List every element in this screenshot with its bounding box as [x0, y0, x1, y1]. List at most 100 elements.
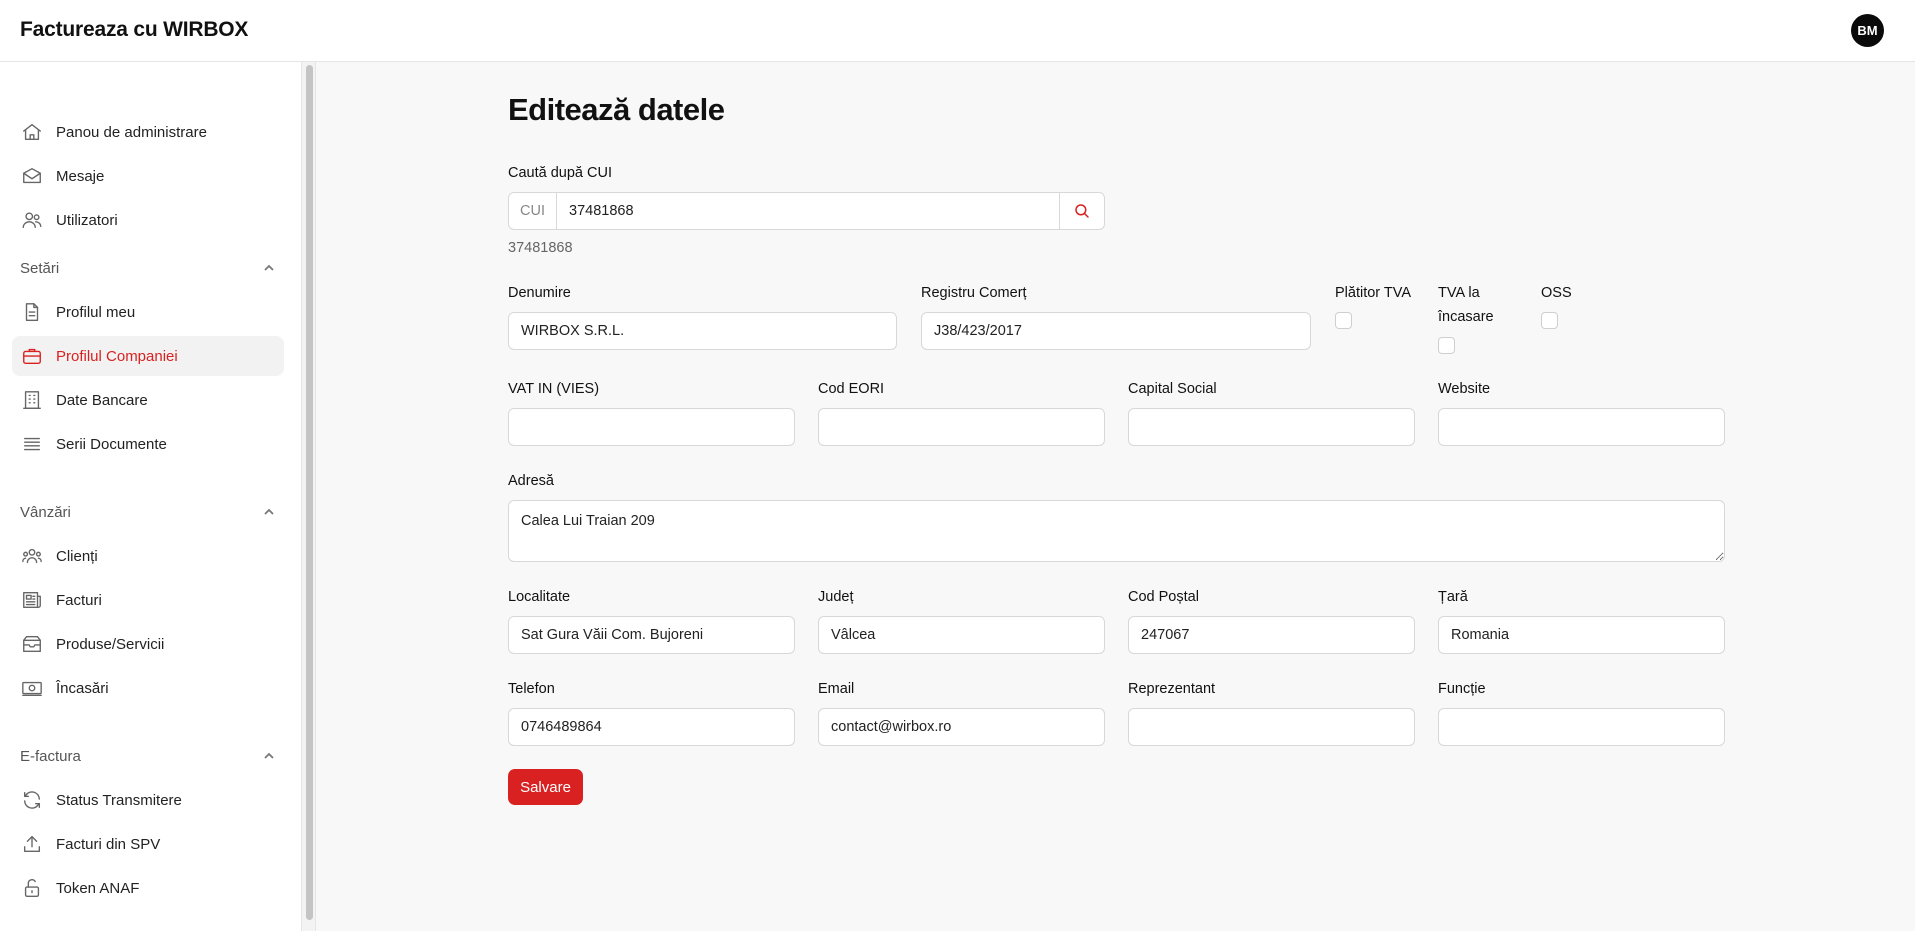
sidebar-item-label: Status Transmitere [56, 791, 182, 809]
sidebar-item-spv-invoices[interactable]: Facturi din SPV [12, 824, 284, 864]
cod-postal-input[interactable] [1128, 616, 1415, 654]
top-header: Factureaza cu WIRBOX BM [0, 0, 1915, 62]
platitor-tva-checkbox[interactable] [1335, 312, 1352, 329]
section-title: Setări [20, 259, 60, 277]
sidebar-item-transmission-status[interactable]: Status Transmitere [12, 780, 284, 820]
cod-eori-label: Cod EORI [818, 381, 885, 397]
adresa-textarea[interactable]: Calea Lui Traian 209 [508, 500, 1725, 562]
cui-prefix: CUI [509, 193, 557, 229]
oss-checkbox[interactable] [1541, 312, 1558, 329]
sidebar-item-messages[interactable]: Mesaje [12, 156, 284, 196]
localitate-label: Localitate [508, 589, 571, 605]
sidebar-item-label: Token ANAF [56, 879, 140, 897]
upload-icon [20, 832, 44, 856]
capital-social-input[interactable] [1128, 408, 1415, 446]
document-icon [20, 300, 44, 324]
cui-search-button[interactable] [1059, 193, 1104, 229]
sidebar-item-label: Utilizatori [56, 211, 118, 229]
sidebar-item-label: Serii Documente [56, 435, 167, 453]
save-button[interactable]: Salvare [508, 769, 583, 805]
sidebar-item-label: Panou de administrare [56, 123, 207, 141]
sidebar-item-anaf-token[interactable]: Token ANAF [12, 868, 284, 908]
tara-input[interactable] [1438, 616, 1725, 654]
localitate-input[interactable] [508, 616, 795, 654]
website-input[interactable] [1438, 408, 1725, 446]
clients-icon [20, 544, 44, 568]
functie-label: Funcție [1438, 681, 1486, 697]
cui-search-input[interactable] [557, 193, 1059, 229]
telefon-input[interactable] [508, 708, 795, 746]
sidebar-item-clients[interactable]: Clienți [12, 536, 284, 576]
tva-incasare-label-2: încasare [1438, 309, 1494, 325]
tva-incasare-label-1: TVA la [1438, 285, 1480, 301]
sidebar-scrollbar[interactable] [302, 62, 316, 931]
sidebar-item-dashboard[interactable]: Panou de administrare [12, 112, 284, 152]
section-toggle-setari[interactable]: Setări [20, 256, 276, 280]
tva-incasare-checkbox[interactable] [1438, 337, 1455, 354]
section-toggle-efactura[interactable]: E-factura [20, 744, 276, 768]
sidebar-item-company-profile[interactable]: Profilul Companiei [12, 336, 284, 376]
vat-in-input[interactable] [508, 408, 795, 446]
sidebar-item-label: Profilul Companiei [56, 347, 178, 365]
home-icon [20, 120, 44, 144]
sidebar-item-label: Profilul meu [56, 303, 136, 321]
cui-hint: 37481868 [508, 240, 573, 256]
sidebar-item-users[interactable]: Utilizatori [12, 200, 284, 240]
reprezentant-input[interactable] [1128, 708, 1415, 746]
section-title: Vânzări [20, 503, 71, 521]
denumire-input[interactable] [508, 312, 897, 350]
sidebar-item-label: Clienți [56, 547, 98, 565]
newspaper-icon [20, 588, 44, 612]
functie-input[interactable] [1438, 708, 1725, 746]
sidebar-item-label: Produse/Servicii [56, 635, 165, 653]
sidebar-item-bank-data[interactable]: Date Bancare [12, 380, 284, 420]
sidebar-item-label: Date Bancare [56, 391, 148, 409]
refresh-icon [20, 788, 44, 812]
chevron-up-icon [264, 264, 274, 271]
users-icon [20, 208, 44, 232]
email-label: Email [818, 681, 855, 697]
sidebar-item-label: Încasări [56, 679, 109, 697]
email-input[interactable] [818, 708, 1105, 746]
user-avatar[interactable]: BM [1851, 14, 1884, 47]
list-icon [20, 432, 44, 456]
briefcase-icon [20, 344, 44, 368]
tara-label: Țară [1438, 589, 1468, 605]
denumire-label: Denumire [508, 285, 571, 301]
scrollbar-thumb[interactable] [306, 65, 313, 920]
cod-eori-input[interactable] [818, 408, 1105, 446]
box-icon [20, 632, 44, 656]
telefon-label: Telefon [508, 681, 555, 697]
reprezentant-label: Reprezentant [1128, 681, 1216, 697]
adresa-label: Adresă [508, 473, 554, 489]
sidebar-item-label: Facturi [56, 591, 102, 609]
registru-label: Registru Comerț [921, 285, 1027, 301]
cui-search-label: Caută după CUI [508, 165, 612, 181]
cui-search-group: CUI [508, 192, 1105, 230]
capital-social-label: Capital Social [1128, 381, 1217, 397]
sidebar: Panou de administrare Mesaje Utilizatori… [0, 62, 302, 931]
sidebar-item-products[interactable]: Produse/Servicii [12, 624, 284, 664]
chevron-up-icon [264, 508, 274, 515]
cash-icon [20, 676, 44, 700]
lock-open-icon [20, 876, 44, 900]
sidebar-item-my-profile[interactable]: Profilul meu [12, 292, 284, 332]
vat-in-label: VAT IN (VIES) [508, 381, 600, 397]
app-title: Factureaza cu WIRBOX [20, 18, 249, 41]
sidebar-item-document-series[interactable]: Serii Documente [12, 424, 284, 464]
website-label: Website [1438, 381, 1491, 397]
page-title: Editează datele [508, 92, 725, 127]
oss-label: OSS [1541, 285, 1572, 301]
sidebar-item-label: Facturi din SPV [56, 835, 161, 853]
sidebar-item-label: Mesaje [56, 167, 105, 185]
chevron-up-icon [264, 752, 274, 759]
registru-input[interactable] [921, 312, 1311, 350]
judet-input[interactable] [818, 616, 1105, 654]
sidebar-item-payments[interactable]: Încasări [12, 668, 284, 708]
platitor-tva-label: Plătitor TVA [1335, 285, 1412, 301]
judet-label: Județ [818, 589, 854, 605]
section-title: E-factura [20, 747, 81, 765]
sidebar-item-invoices[interactable]: Facturi [12, 580, 284, 620]
section-toggle-vanzari[interactable]: Vânzări [20, 500, 276, 524]
search-icon [1075, 204, 1089, 218]
